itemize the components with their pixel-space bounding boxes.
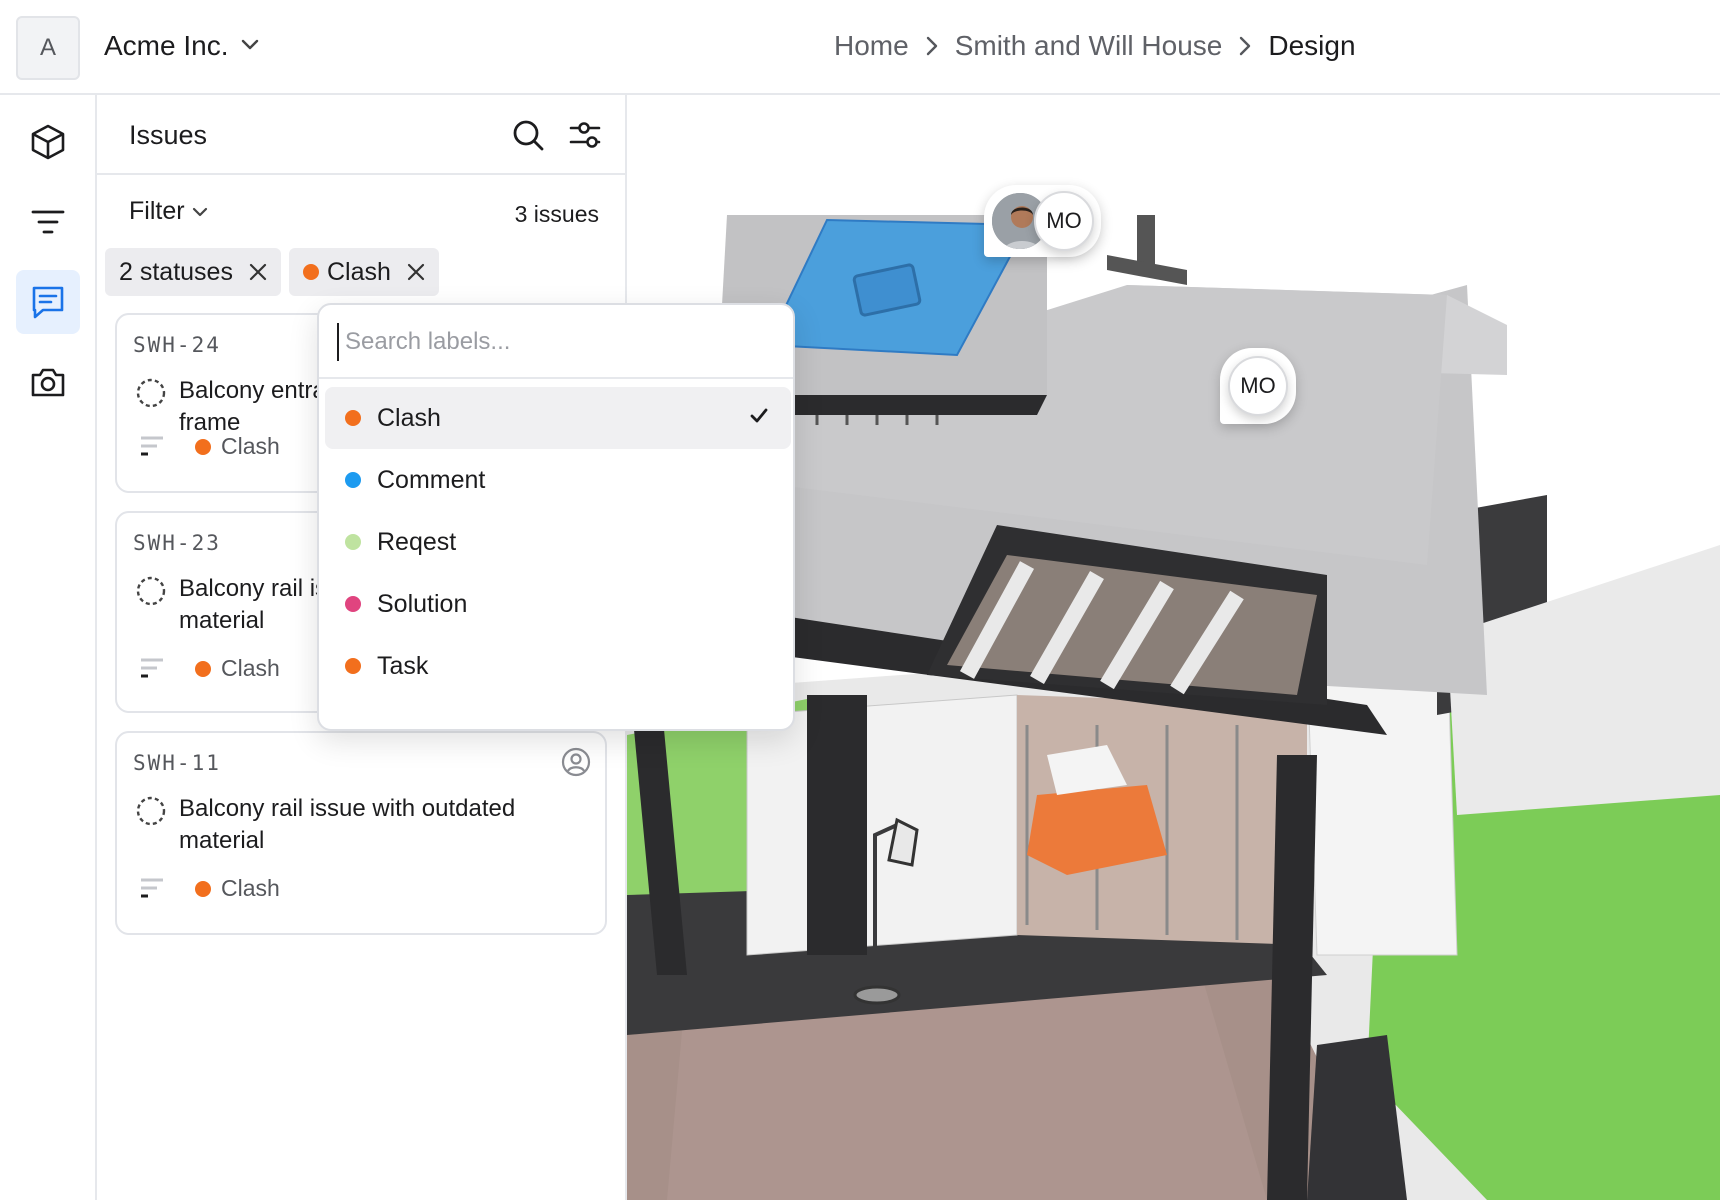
breadcrumb-home[interactable]: Home — [834, 30, 909, 62]
chevron-right-icon — [1240, 36, 1251, 56]
user-circle-icon[interactable] — [561, 747, 591, 777]
issue-id: SWH-23 — [133, 531, 221, 555]
label-option-comment[interactable]: Comment — [325, 449, 791, 511]
status-todo-icon[interactable] — [135, 575, 167, 607]
issue-count: 3 issues — [514, 201, 599, 227]
message-square-icon — [32, 286, 64, 319]
breadcrumb-current: Design — [1268, 30, 1356, 61]
search-icon[interactable] — [510, 117, 546, 153]
panel-title: Issues — [129, 120, 208, 150]
user-initials-badge: MO — [1034, 191, 1094, 251]
priority-icon — [141, 878, 163, 898]
label-option-text: Reqest — [377, 527, 457, 556]
label-option-request[interactable]: Reqest — [325, 511, 791, 573]
rail-camera-button[interactable] — [16, 350, 80, 414]
label-color-dot — [195, 880, 211, 897]
filter-label: Filter — [129, 197, 185, 225]
sliders-icon[interactable] — [567, 117, 603, 153]
close-icon[interactable] — [247, 261, 269, 283]
label-text: Clash — [221, 875, 280, 901]
label-search — [319, 305, 793, 379]
chip-label: 2 statuses — [119, 257, 233, 286]
issue-id: SWH-24 — [133, 333, 221, 357]
label-option-text: Task — [377, 651, 429, 680]
label-text: Clash — [221, 433, 280, 459]
rail-model-button[interactable] — [16, 110, 80, 174]
comment-pin[interactable]: MO — [1220, 348, 1296, 424]
status-filter-chip[interactable]: 2 statuses — [105, 248, 281, 296]
filter-toggle[interactable]: Filter — [129, 197, 209, 226]
label-dropdown: Clash Comment Reqest Solution Task — [317, 303, 795, 731]
label-option-clash[interactable]: Clash — [325, 387, 791, 449]
org-name[interactable]: Acme Inc. — [104, 30, 228, 62]
label-color-dot — [345, 596, 361, 612]
label-color-dot — [345, 534, 361, 550]
issue-label[interactable]: Clash — [195, 875, 280, 902]
label-option-task[interactable]: Task — [325, 635, 791, 697]
user-initials-badge: MO — [1228, 356, 1288, 416]
camera-icon — [31, 368, 65, 397]
chip-label: Clash — [327, 257, 391, 286]
filter-lines-icon — [31, 210, 65, 234]
issue-card[interactable]: SWH-11 Balcony rail issue with outdated … — [115, 731, 607, 935]
issues-panel-header: Issues — [97, 95, 625, 175]
issue-id: SWH-11 — [133, 751, 221, 775]
label-text: Clash — [221, 655, 280, 681]
status-todo-icon[interactable] — [135, 795, 167, 827]
status-todo-icon[interactable] — [135, 377, 167, 409]
label-option-text: Solution — [377, 589, 468, 618]
label-search-input[interactable] — [337, 323, 767, 361]
label-color-dot — [345, 658, 361, 674]
chevron-down-icon — [192, 207, 207, 216]
label-color-dot — [345, 472, 361, 488]
rail-issues-button[interactable] — [16, 270, 80, 334]
issue-label[interactable]: Clash — [195, 433, 280, 460]
breadcrumb-project[interactable]: Smith and Will House — [955, 30, 1223, 62]
close-icon[interactable] — [405, 261, 427, 283]
label-color-dot — [195, 438, 211, 455]
label-color-dot — [345, 410, 361, 426]
org-avatar[interactable]: A — [16, 16, 80, 80]
label-option-solution[interactable]: Solution — [325, 573, 791, 635]
top-bar: A Acme Inc. Home Smith and Will House De… — [0, 0, 1720, 95]
cube-icon — [31, 124, 65, 160]
label-color-dot — [303, 264, 319, 280]
comment-pin[interactable]: MO — [984, 185, 1101, 257]
issue-title: Balcony rail issue with outdated materia… — [179, 795, 516, 854]
breadcrumb: Home Smith and Will House Design — [834, 30, 1356, 62]
left-rail — [0, 95, 97, 1200]
chevron-down-icon[interactable] — [240, 38, 260, 52]
priority-icon — [141, 658, 163, 678]
rail-filter-button[interactable] — [16, 190, 80, 254]
label-option-text: Comment — [377, 465, 486, 494]
issue-label[interactable]: Clash — [195, 655, 280, 682]
label-color-dot — [195, 660, 211, 677]
chevron-right-icon — [926, 36, 937, 56]
label-filter-chip[interactable]: Clash — [289, 248, 439, 296]
check-icon — [750, 408, 768, 423]
priority-icon — [141, 436, 163, 456]
label-option-text: Clash — [377, 403, 441, 432]
